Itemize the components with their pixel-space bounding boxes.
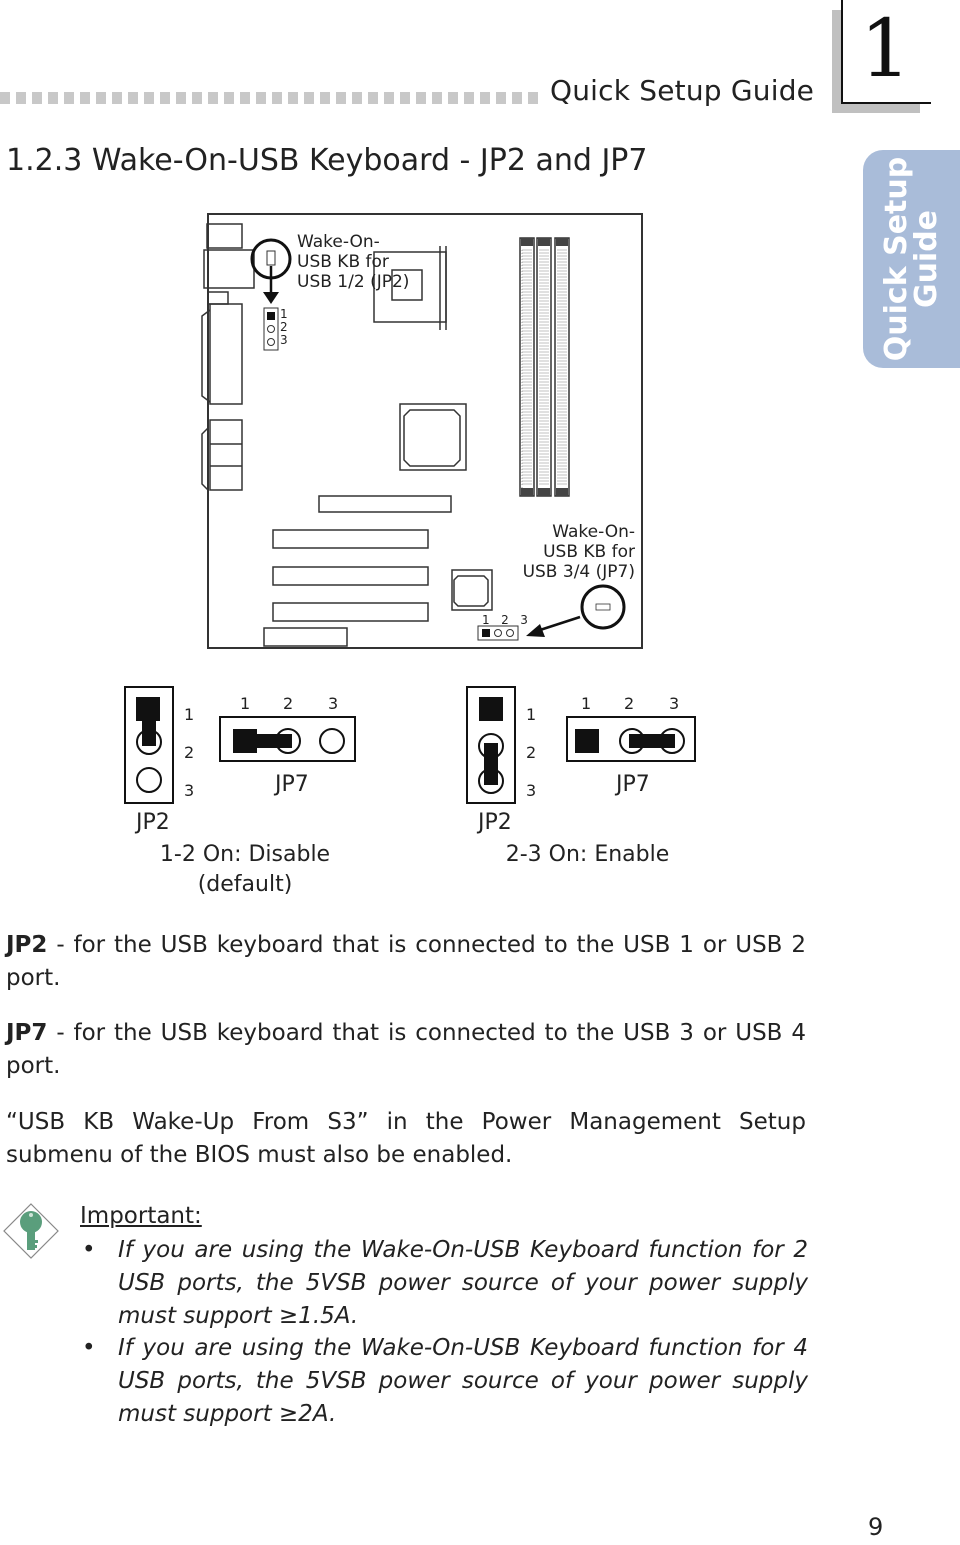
pin-label: 1 <box>526 705 537 724</box>
cnr-slot <box>263 627 348 647</box>
pin-label: 3 <box>184 781 195 800</box>
jp2-jumper-cap <box>142 710 156 746</box>
important-bullet: • If you are using the Wake-On-USB Keybo… <box>82 1234 808 1333</box>
jp2-description: - for the USB keyboard that is connected… <box>6 932 806 991</box>
jp7-arrow <box>539 615 581 632</box>
side-tab-line2: Guide <box>909 209 944 309</box>
jp7-callout-line: Wake-On- <box>552 522 635 542</box>
pci-slot <box>272 566 429 586</box>
section-title: 1.2.3 Wake-On-USB Keyboard - JP2 and JP7 <box>6 143 648 178</box>
bullet-dot: • <box>82 1237 96 1263</box>
jp2-arrowhead <box>263 292 279 304</box>
jp2-pin-labels: 1 2 3 <box>184 696 194 810</box>
io-port <box>206 223 243 249</box>
dimm-contacts <box>522 249 567 485</box>
jp7-callout-line: USB 3/4 (JP7) <box>522 562 635 582</box>
paragraph-bios-note: “USB KB Wake-Up From S3” in the Power Ma… <box>6 1109 806 1168</box>
jp2-label: JP2 <box>136 810 170 835</box>
jp7-callout-line: USB KB for <box>543 542 635 562</box>
paragraph-jp2: JP2 - for the USB keyboard that is conne… <box>6 929 806 995</box>
pin-label: 2 <box>526 743 537 762</box>
pin-label: 1 <box>482 613 490 627</box>
jp7-jumper-cap <box>629 734 675 748</box>
side-tab-label: Quick Setup Guide <box>879 156 944 362</box>
pin-label: 3 <box>520 613 528 627</box>
config-enable-diagram <box>466 686 696 804</box>
chapter-box-shadow <box>832 104 920 113</box>
bullet-text: If you are using the Wake-On-USB Keyboar… <box>118 1237 808 1329</box>
chapter-box-rule <box>841 0 843 104</box>
agp-slot <box>318 495 452 513</box>
serial-ports <box>209 419 243 491</box>
jp2-term: JP2 <box>6 932 48 958</box>
jp2-callout-label: Wake-On- USB KB for USB 1/2 (JP2) <box>297 232 409 292</box>
pin-label: 1 <box>581 694 592 713</box>
jp7-description: - for the USB keyboard that is connected… <box>6 1020 806 1079</box>
io-port <box>207 291 229 305</box>
jp7-arrowhead <box>526 624 545 637</box>
jp2-pin-1 <box>479 697 503 721</box>
jp2-jumper-cap <box>484 743 498 785</box>
jp7-callout-label: Wake-On- USB KB for USB 3/4 (JP7) <box>520 522 635 582</box>
caption-line: 2-3 On: Enable <box>505 842 670 867</box>
pin-label: 3 <box>526 781 537 800</box>
jp7-pin-1 <box>575 729 599 753</box>
io-port <box>203 249 255 289</box>
pin-label: 1 <box>240 694 251 713</box>
chapter-box-shadow <box>832 10 841 112</box>
caption-line: (default) <box>197 872 293 897</box>
pci-slot <box>272 529 429 549</box>
pin-label: 2 <box>283 694 294 713</box>
side-tab[interactable]: Quick Setup Guide <box>863 150 960 368</box>
side-tab-line1: Quick Setup <box>879 156 914 362</box>
chapter-box-rule <box>841 102 931 104</box>
important-bullet: • If you are using the Wake-On-USB Keybo… <box>82 1332 808 1431</box>
pin-label: 2 <box>501 613 509 627</box>
northbridge-chip <box>399 403 467 471</box>
jp2-callout-line: USB KB for <box>297 252 389 272</box>
jp2-pin-3 <box>136 767 162 793</box>
caption-line: 1-2 On: Disable <box>159 842 331 867</box>
jp2-small-pin-labels: 1 2 3 <box>280 308 288 347</box>
pin-label: 3 <box>328 694 339 713</box>
config-disable-caption: 1-2 On: Disable (default) <box>130 840 360 900</box>
jp7-pin-3 <box>319 728 345 754</box>
bullet-text: If you are using the Wake-On-USB Keyboar… <box>118 1335 808 1427</box>
config-enable-caption: 2-3 On: Enable <box>470 840 705 870</box>
pin-label: 3 <box>669 694 680 713</box>
pin-label: 3 <box>280 333 288 347</box>
jp2-label: JP2 <box>478 810 512 835</box>
chapter-number: 1 <box>860 2 911 95</box>
page-number: 9 <box>868 1513 884 1541</box>
jp7-jumper-cap <box>252 734 292 748</box>
key-icon <box>3 1203 59 1259</box>
pin-label: 2 <box>184 743 195 762</box>
pin-label: 1 <box>184 705 195 724</box>
pci-slot <box>272 602 429 622</box>
pin-label: 2 <box>624 694 635 713</box>
bullet-dot: • <box>82 1335 96 1361</box>
jp7-label: JP7 <box>275 772 309 797</box>
paragraph-jp7: JP7 - for the USB keyboard that is conne… <box>6 1017 806 1083</box>
jp7-small-pin-labels: 1 2 3 <box>482 613 528 627</box>
jp2-pin-labels: 1 2 3 <box>526 696 536 810</box>
jp2-callout-line: Wake-On- <box>297 232 380 252</box>
jp2-callout-line: USB 1/2 (JP2) <box>297 272 410 292</box>
important-heading: Important: <box>80 1203 202 1229</box>
running-head: Quick Setup Guide <box>550 74 815 107</box>
jp7-term: JP7 <box>6 1020 48 1046</box>
header-dotted-rule <box>0 92 540 104</box>
jp7-label: JP7 <box>616 772 650 797</box>
parallel-port <box>209 303 243 405</box>
